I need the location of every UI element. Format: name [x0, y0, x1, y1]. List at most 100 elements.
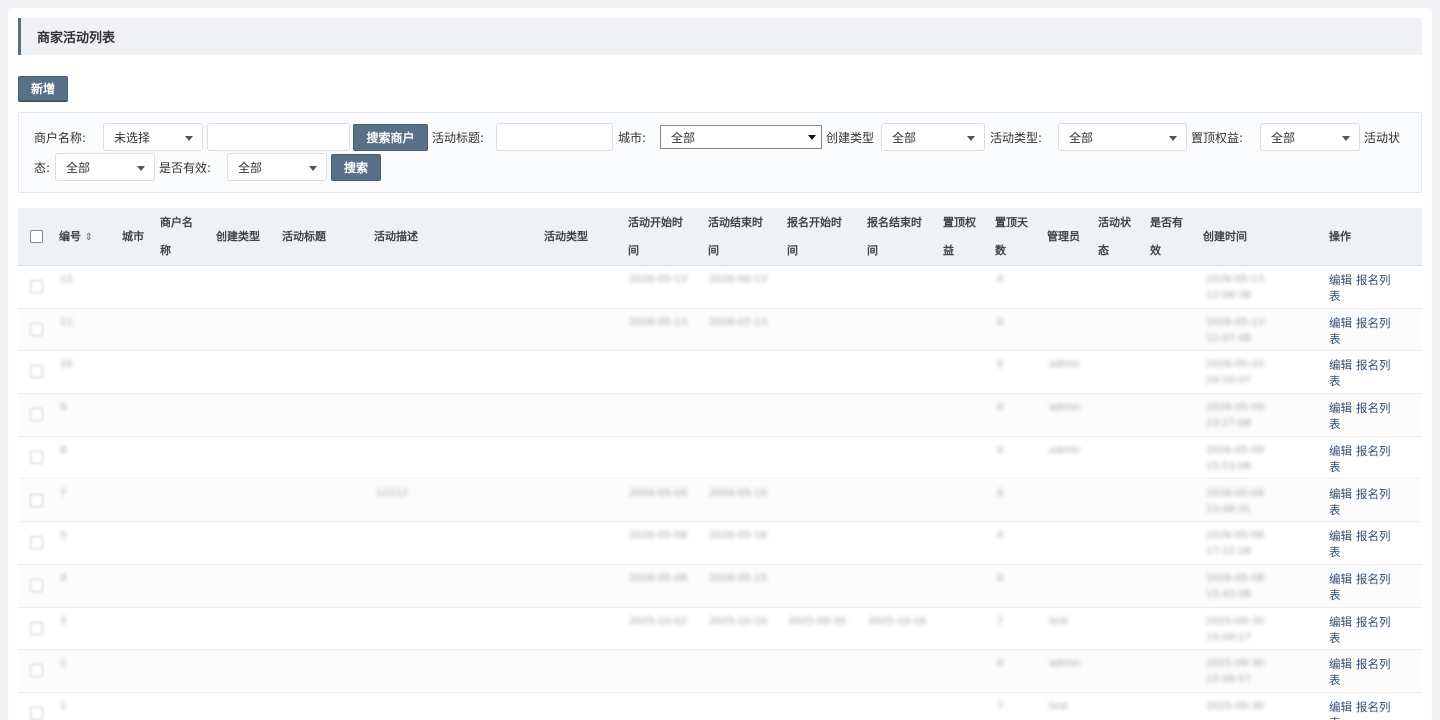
- row-top-days: 7: [997, 615, 1004, 627]
- col-id[interactable]: 编号 ⇕: [59, 208, 93, 266]
- signup-list-link[interactable]: 报名列: [1356, 700, 1391, 714]
- edit-link[interactable]: 编辑: [1329, 529, 1352, 543]
- top-rights-select-value: 全部: [1271, 130, 1296, 145]
- col-top-label-2: 益: [943, 244, 954, 257]
- row-created: 2025-09-30 15:48:17: [1206, 615, 1265, 643]
- activity-status-label: 活动状: [1364, 131, 1401, 145]
- signup-list-link[interactable]: 报名列: [1356, 529, 1391, 543]
- signup-list-link[interactable]: 报名列: [1356, 316, 1391, 330]
- activity-status-select[interactable]: 全部: [55, 153, 155, 181]
- edit-link[interactable]: 编辑: [1329, 700, 1352, 714]
- search-button[interactable]: 搜索: [331, 154, 381, 181]
- row-actions: 编辑报名列表: [1329, 528, 1409, 560]
- row-top-days: 0: [997, 487, 1004, 499]
- activity-title-label: 活动标题:: [432, 131, 485, 145]
- signup-list-link-cont[interactable]: 表: [1329, 545, 1341, 559]
- col-top-days-label: 置顶天: [995, 216, 1028, 229]
- row-checkbox[interactable]: [30, 707, 43, 720]
- signup-list-link[interactable]: 报名列: [1356, 444, 1391, 458]
- edit-link[interactable]: 编辑: [1329, 657, 1352, 671]
- row-actions: 编辑报名列表: [1329, 357, 1409, 389]
- chevron-down-icon: [309, 166, 317, 171]
- signup-list-link-cont[interactable]: 表: [1329, 374, 1341, 388]
- col-end-label: 活动结束时: [708, 216, 763, 229]
- filter-panel: 商户名称: 未选择 搜索商户 活动标题: 城市: 全部 创建类型 全部 活动类型…: [18, 112, 1422, 193]
- merchant-search-input[interactable]: [207, 123, 350, 151]
- col-end: 活动结束时间: [708, 208, 763, 266]
- row-checkbox[interactable]: [30, 365, 43, 379]
- row-start: 2025-10-02: [629, 615, 688, 627]
- col-top-days: 置顶天数: [995, 208, 1028, 266]
- sort-icon[interactable]: ⇕: [81, 232, 92, 243]
- row-checkbox[interactable]: [30, 322, 43, 336]
- chevron-down-icon: [1169, 136, 1177, 141]
- edit-link[interactable]: 编辑: [1329, 444, 1352, 458]
- edit-link[interactable]: 编辑: [1329, 273, 1352, 287]
- signup-list-link-cont[interactable]: 表: [1329, 631, 1341, 645]
- col-title: 活动标题: [282, 230, 326, 243]
- row-id: 12: [60, 274, 73, 285]
- create-type-select-value: 全部: [892, 130, 917, 145]
- create-type-select[interactable]: 全部: [881, 123, 985, 151]
- signup-list-link-cont[interactable]: 表: [1329, 588, 1341, 602]
- activity-title-input[interactable]: [496, 123, 613, 151]
- edit-link[interactable]: 编辑: [1329, 487, 1352, 501]
- chevron-down-icon: [1342, 136, 1350, 141]
- edit-link[interactable]: 编辑: [1329, 401, 1352, 415]
- row-actions: 编辑报名列表: [1329, 443, 1409, 475]
- signup-list-link-cont[interactable]: 表: [1329, 673, 1341, 687]
- city-label: 城市:: [618, 131, 647, 145]
- table-row: 4 2026-05-08 2026-05-15 0 2026-05-08 15:43:0…: [18, 564, 1422, 608]
- edit-link[interactable]: 编辑: [1329, 316, 1352, 330]
- city-select[interactable]: 全部: [660, 125, 822, 149]
- signup-list-link[interactable]: 报名列: [1356, 572, 1391, 586]
- row-checkbox[interactable]: [30, 450, 43, 464]
- top-rights-select[interactable]: 全部: [1260, 123, 1360, 151]
- row-created: 2026-05-08 17:12:28: [1206, 530, 1265, 558]
- row-actions: 编辑报名列表: [1329, 656, 1409, 688]
- row-desc: 12212: [376, 487, 408, 499]
- row-checkbox[interactable]: [30, 578, 43, 592]
- row-id: 1: [60, 701, 67, 712]
- row-reg-start: 2025-09-30: [788, 615, 847, 627]
- valid-select[interactable]: 全部: [227, 153, 327, 181]
- row-admin: admin: [1049, 658, 1081, 670]
- row-admin: test: [1049, 615, 1069, 627]
- edit-link[interactable]: 编辑: [1329, 358, 1352, 372]
- row-checkbox[interactable]: [30, 621, 43, 635]
- row-start: 2026-05-08: [629, 572, 688, 584]
- signup-list-link[interactable]: 报名列: [1356, 273, 1391, 287]
- signup-list-link[interactable]: 报名列: [1356, 401, 1391, 415]
- signup-list-link[interactable]: 报名列: [1356, 615, 1391, 629]
- col-merchant-label: 商户名: [160, 216, 193, 229]
- signup-list-link[interactable]: 报名列: [1356, 657, 1391, 671]
- col-start: 活动开始时间: [628, 208, 683, 266]
- signup-list-link[interactable]: 报名列: [1356, 358, 1391, 372]
- signup-list-link-cont[interactable]: 表: [1329, 332, 1341, 346]
- search-merchant-button[interactable]: 搜索商户: [353, 124, 428, 151]
- row-checkbox[interactable]: [30, 664, 43, 678]
- add-button[interactable]: 新增: [18, 76, 68, 101]
- row-top-days: 0: [997, 658, 1004, 670]
- signup-list-link[interactable]: 报名列: [1356, 487, 1391, 501]
- row-checkbox[interactable]: [30, 280, 43, 293]
- signup-list-link-cont[interactable]: 表: [1329, 289, 1341, 303]
- chevron-down-icon: [137, 166, 145, 171]
- signup-list-link-cont[interactable]: 表: [1329, 460, 1341, 474]
- signup-list-link-cont[interactable]: 表: [1329, 417, 1341, 431]
- select-all-checkbox[interactable]: [30, 230, 43, 243]
- col-start-label: 活动开始时: [628, 216, 683, 229]
- row-checkbox[interactable]: [30, 536, 43, 550]
- edit-link[interactable]: 编辑: [1329, 572, 1352, 586]
- activity-type-select[interactable]: 全部: [1058, 123, 1187, 151]
- activity-type-select-value: 全部: [1069, 130, 1094, 145]
- activity-status-select-value: 全部: [66, 160, 91, 175]
- merchant-select[interactable]: 未选择: [103, 123, 203, 151]
- row-end: 2026-05-16: [709, 530, 768, 542]
- merchant-name-label: 商户名称:: [34, 131, 87, 145]
- row-checkbox[interactable]: [30, 408, 43, 422]
- row-checkbox[interactable]: [30, 493, 43, 507]
- edit-link[interactable]: 编辑: [1329, 615, 1352, 629]
- signup-list-link-cont[interactable]: 表: [1329, 716, 1341, 720]
- signup-list-link-cont[interactable]: 表: [1329, 503, 1341, 517]
